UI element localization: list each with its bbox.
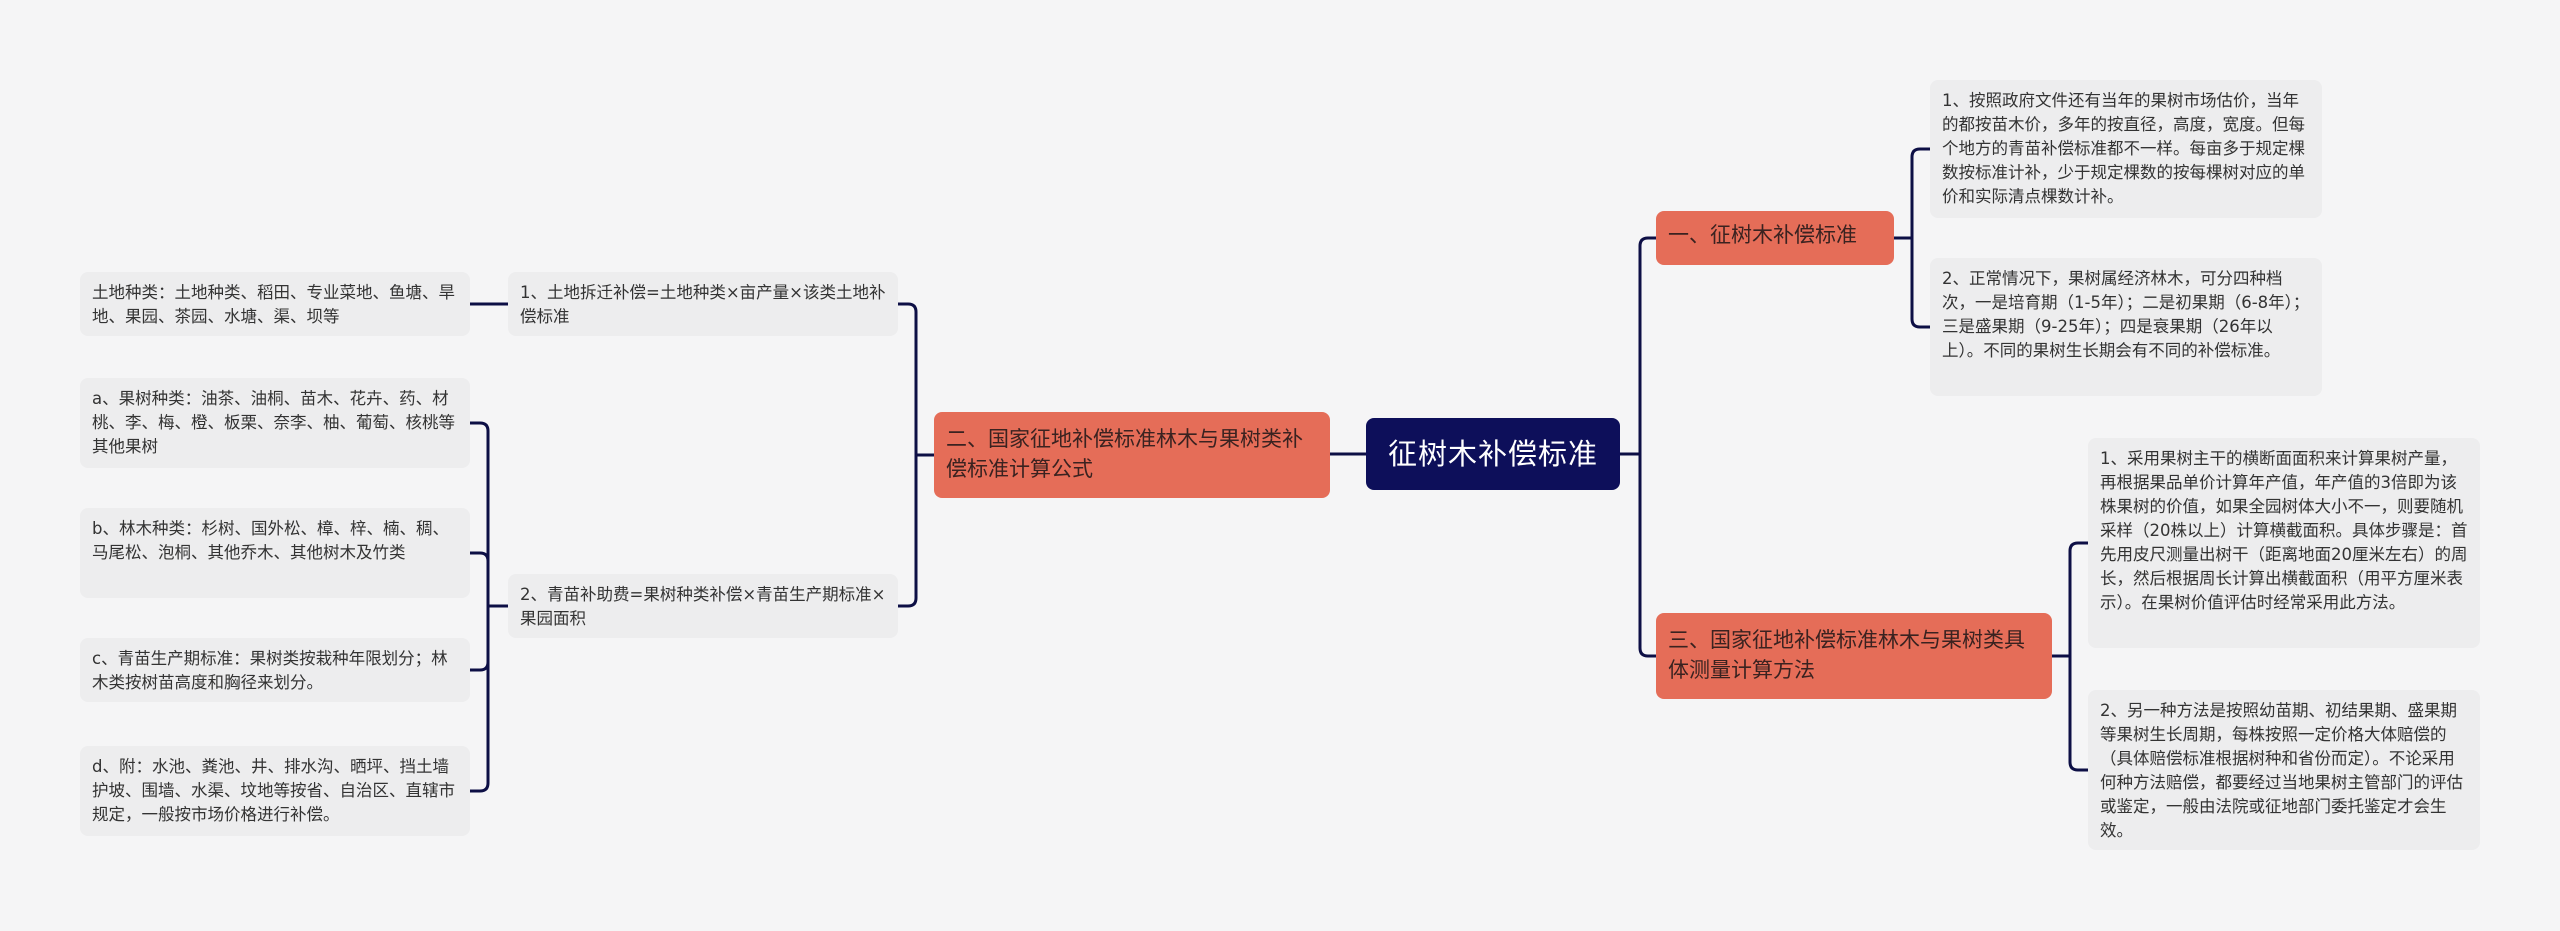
- connector-branch3-leaf1: [2068, 541, 2088, 656]
- connector-mid2-leaf-b: [470, 551, 490, 562]
- leaf-topic-2-2-b[interactable]: b、林木种类：杉树、国外松、樟、梓、楠、稠、马尾松、泡桐、其他乔木、其他树木及竹…: [80, 508, 470, 598]
- root-topic[interactable]: 征树木补偿标准: [1366, 418, 1620, 490]
- leaf-topic-2-2-a[interactable]: a、果树种类：油茶、油桐、苗木、花卉、药、材桃、李、梅、橙、板栗、奈李、柚、葡萄…: [80, 378, 470, 468]
- branch-topic-3[interactable]: 三、国家征地补偿标准林木与果树类具体测量计算方法: [1656, 613, 2052, 699]
- connector-mid2-leaf-d: [470, 606, 490, 793]
- leaf-topic-2-2-c[interactable]: c、青苗生产期标准：果树类按栽种年限划分；林木类按树苗高度和胸径来划分。: [80, 638, 470, 702]
- leaf-topic-1-1[interactable]: 1、按照政府文件还有当年的果树市场估价，当年的都按苗木价，多年的按直径，高度，宽…: [1930, 80, 2322, 218]
- connector-mid2-leaf-c: [470, 661, 490, 672]
- connector-branch1-leaf1: [1910, 147, 1930, 238]
- connector-branch1-leaf2: [1910, 238, 1930, 329]
- connector-branch2-mid1: [898, 302, 918, 455]
- connector-mid2-leaf-a: [470, 421, 490, 606]
- connector-root-branch1: [1638, 236, 1656, 454]
- leaf-topic-1-2[interactable]: 2、正常情况下，果树属经济林木，可分四种档次，一是培育期（1-5年）；二是初果期…: [1930, 258, 2322, 396]
- connector-branch3-leaf2: [2068, 656, 2088, 772]
- branch-topic-2[interactable]: 二、国家征地补偿标准林木与果树类补偿标准计算公式: [934, 412, 1330, 498]
- subtopic-2-1[interactable]: 1、土地拆迁补偿=土地种类×亩产量×该类土地补偿标准: [508, 272, 898, 336]
- leaf-topic-3-2[interactable]: 2、另一种方法是按照幼苗期、初结果期、盛果期等果树生长周期，每株按照一定价格大体…: [2088, 690, 2480, 850]
- leaf-topic-3-1[interactable]: 1、采用果树主干的横断面面积来计算果树产量，再根据果品单价计算年产值，年产值的3…: [2088, 438, 2480, 648]
- subtopic-2-2[interactable]: 2、青苗补助费=果树种类补偿×青苗生产期标准×果园面积: [508, 574, 898, 638]
- connector-root-branch3: [1638, 454, 1656, 658]
- leaf-topic-2-2-d[interactable]: d、附：水池、粪池、井、排水沟、晒坪、挡土墙护坡、围墙、水渠、坟地等按省、自治区…: [80, 746, 470, 836]
- branch-topic-1[interactable]: 一、征树木补偿标准: [1656, 211, 1894, 265]
- leaf-topic-2-1-1[interactable]: 土地种类：土地种类、稻田、专业菜地、鱼塘、旱地、果园、茶园、水塘、渠、坝等: [80, 272, 470, 336]
- connector-branch2-mid2: [898, 455, 918, 608]
